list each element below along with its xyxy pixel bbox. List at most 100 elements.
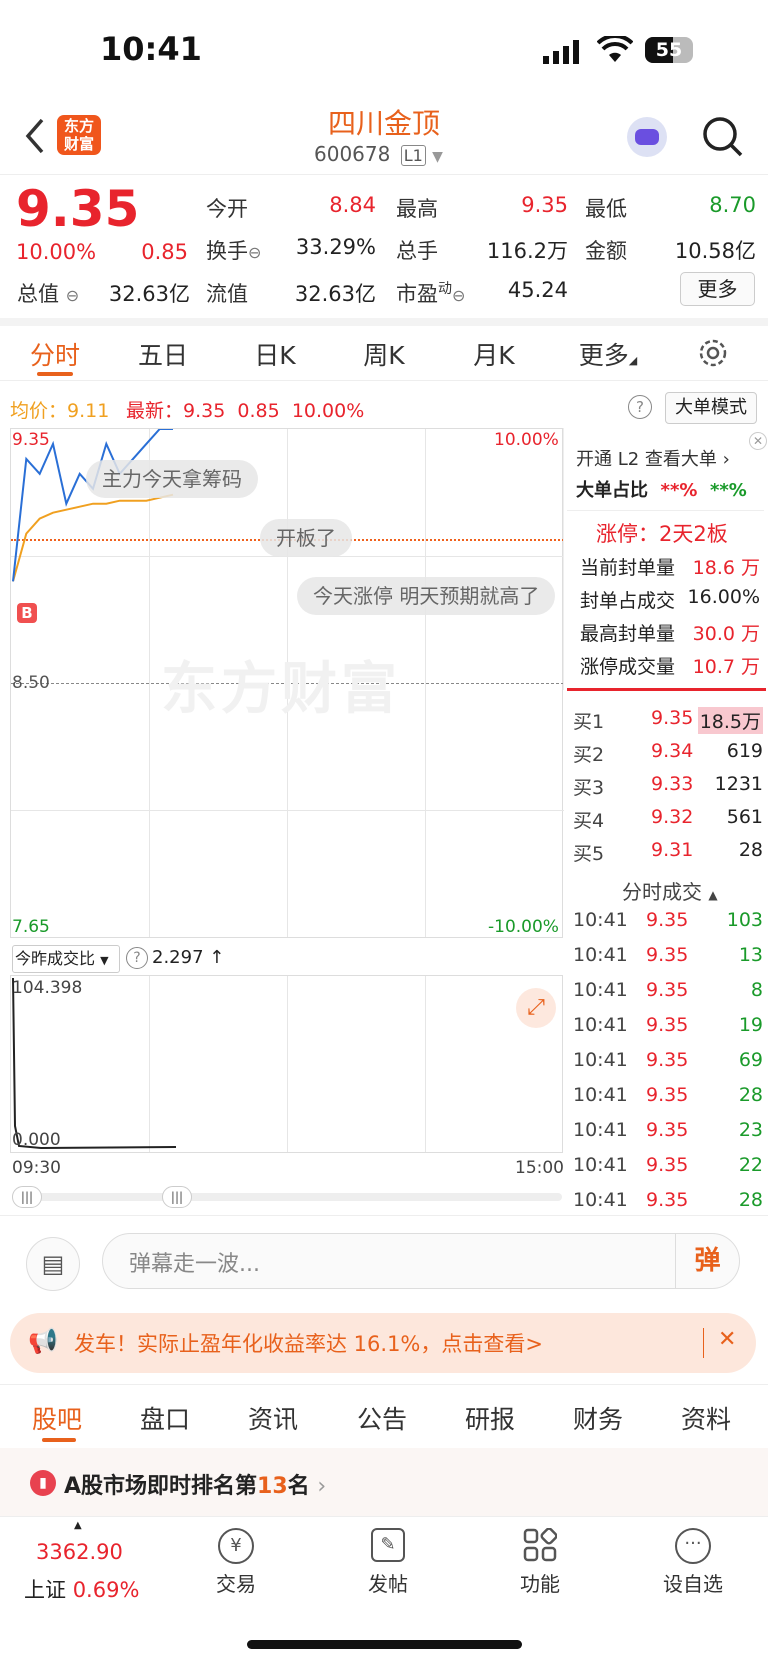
close-icon[interactable]: ✕ (718, 1327, 736, 1352)
limit-up-title: 涨停：2天2板 (596, 522, 728, 546)
stock-code: 600678 (314, 142, 391, 166)
tab-intraday[interactable]: 分时 (16, 336, 94, 372)
trade-row: 10:41 9.35 103 (573, 909, 763, 931)
danmu-placeholder: 弹幕走一波... (129, 1252, 260, 1277)
tab-announcement[interactable]: 公告 (357, 1400, 407, 1436)
tab-profile[interactable]: 资料 (681, 1400, 731, 1436)
low-label: 最低 (585, 197, 627, 221)
price-lines (12, 429, 174, 582)
help-icon[interactable]: ? (126, 947, 148, 969)
close-icon[interactable]: ✕ (749, 432, 767, 450)
tab-more[interactable]: 更多◢ (566, 336, 650, 372)
vol-ratio-select[interactable]: 今昨成交比 ▼ (12, 945, 120, 973)
divider (0, 318, 768, 326)
tab-pankou[interactable]: 盘口 (140, 1400, 190, 1436)
search-icon[interactable] (701, 115, 745, 163)
battery-icon: 55 (645, 37, 693, 63)
scroll-handle-right[interactable]: ||| (162, 1186, 192, 1208)
volume-chart[interactable] (10, 975, 563, 1153)
wifi-icon (596, 33, 634, 68)
open-value: 8.84 (329, 193, 376, 217)
trade-row: 10:41 9.35 23 (573, 1119, 763, 1141)
danmu-toggle-button[interactable]: 弹 (675, 1234, 739, 1288)
caret-down-icon: ▼ (432, 149, 443, 165)
info-icon: ⊖ (452, 286, 466, 305)
change-pct: 10.00% (16, 240, 97, 264)
volume-label: 总手 (396, 239, 438, 263)
level-badge: L1 (400, 145, 426, 166)
tab-finance[interactable]: 财务 (573, 1400, 623, 1436)
info-icon: ⊖ (65, 286, 80, 305)
trade-row: 10:41 9.35 8 (573, 979, 763, 1001)
change-value: 0.85 (141, 240, 188, 264)
divider (567, 510, 764, 511)
series-line-1 (12, 429, 173, 582)
bullet-comment: 今天涨停 明天预期就高了 (297, 577, 556, 615)
latest-info: 最新：9.35 0.85 10.00% (126, 400, 365, 422)
big-order-mode-button[interactable]: 大单模式 (665, 392, 757, 424)
rank-text: A股市场即时排名第13名 › (64, 1474, 327, 1499)
mcap-value: 32.63亿 (108, 282, 190, 306)
bar-chart-icon: ▮ (30, 1470, 56, 1496)
divider (0, 1384, 768, 1385)
active-tab-indicator (42, 1438, 76, 1442)
signal-icon (543, 40, 583, 64)
robot-avatar-icon[interactable] (627, 117, 667, 157)
y-label-bottom: 7.65 (12, 917, 50, 937)
l2-promo-link[interactable]: 开通 L2 查看大单 › (576, 445, 730, 471)
more-dots-icon[interactable]: ··· (675, 1528, 711, 1564)
tab-day-k[interactable]: 日K (236, 336, 314, 372)
tab-week-k[interactable]: 周K (345, 336, 423, 372)
series-line-0 (12, 493, 174, 582)
scroll-handle-left[interactable]: ||| (12, 1186, 42, 1208)
intraday-chart[interactable]: 东方财富 (10, 428, 564, 938)
tab-5day[interactable]: 五日 (124, 336, 202, 372)
tab-guba[interactable]: 股吧 (32, 1400, 82, 1436)
rank-bar[interactable]: ▮ A股市场即时排名第13名 › (0, 1448, 768, 1516)
limit-row: 当前封单量 18.6 万 (580, 557, 760, 579)
limit-row: 封单占成交 16.00% (580, 586, 760, 612)
stock-code-group[interactable]: 600678 L1 ▼ (314, 142, 454, 172)
timeline-scrollbar[interactable] (12, 1193, 562, 1201)
mcap-label: 总值 ⊖ (17, 282, 80, 306)
buy-marker[interactable]: B (17, 603, 37, 623)
float-label: 流值 (206, 282, 248, 306)
active-tab-indicator (37, 372, 73, 376)
edit-icon[interactable]: ✎ (371, 1528, 405, 1562)
orderbook-row: 买3 9.33 1231 (573, 773, 763, 799)
pct-label-bottom: -10.00% (488, 917, 559, 937)
nav-add-watchlist[interactable]: 设自选 (643, 1568, 743, 1597)
danmu-input[interactable]: 弹幕走一波... 弹 (102, 1233, 740, 1289)
trades-title[interactable]: 分时成交 ▲ (622, 876, 718, 905)
nav-post[interactable]: 发帖 (338, 1568, 438, 1597)
red-divider (567, 688, 766, 691)
vol-ratio-value: 2.297 ↑ (152, 947, 225, 968)
expand-icon[interactable]: ⤢ (516, 988, 556, 1028)
last-price: 9.35 (16, 180, 140, 238)
gear-icon[interactable] (696, 336, 730, 374)
orderbook-row: 买1 9.35 18.5万 (573, 707, 763, 734)
x-label-start: 09:30 (12, 1158, 61, 1178)
trade-row: 10:41 9.35 22 (573, 1154, 763, 1176)
bullet-comment: 主力今天拿筹码 (86, 460, 258, 498)
tab-news[interactable]: 资讯 (248, 1400, 298, 1436)
index-pct: 0.69% (72, 1578, 140, 1602)
more-button[interactable]: 更多 (680, 272, 755, 306)
help-icon[interactable]: ? (628, 395, 652, 419)
trade-row: 10:41 9.35 13 (573, 944, 763, 966)
battery-level: 55 (655, 39, 683, 61)
amount-value: 10.58亿 (674, 239, 756, 263)
banner-text: 发车！实际止盈年化收益率达 16.1%，点击查看> (74, 1332, 543, 1356)
nav-trade[interactable]: 交易 (186, 1568, 286, 1597)
pct-label-top: 10.00% (494, 430, 559, 450)
trade-icon[interactable]: ¥ (218, 1528, 254, 1564)
comment-list-icon[interactable]: ▤ (26, 1237, 80, 1291)
nav-functions[interactable]: 功能 (490, 1568, 590, 1597)
orderbook-row: 买4 9.32 561 (573, 806, 763, 832)
volume-value: 116.2万 (486, 239, 568, 263)
grid-apps-icon[interactable] (523, 1527, 558, 1562)
promo-banner[interactable]: 📢 发车！实际止盈年化收益率达 16.1%，点击查看> ✕ (10, 1313, 756, 1373)
tab-research[interactable]: 研报 (465, 1400, 515, 1436)
info-icon: ⊖ (248, 243, 262, 262)
tab-month-k[interactable]: 月K (455, 336, 533, 372)
